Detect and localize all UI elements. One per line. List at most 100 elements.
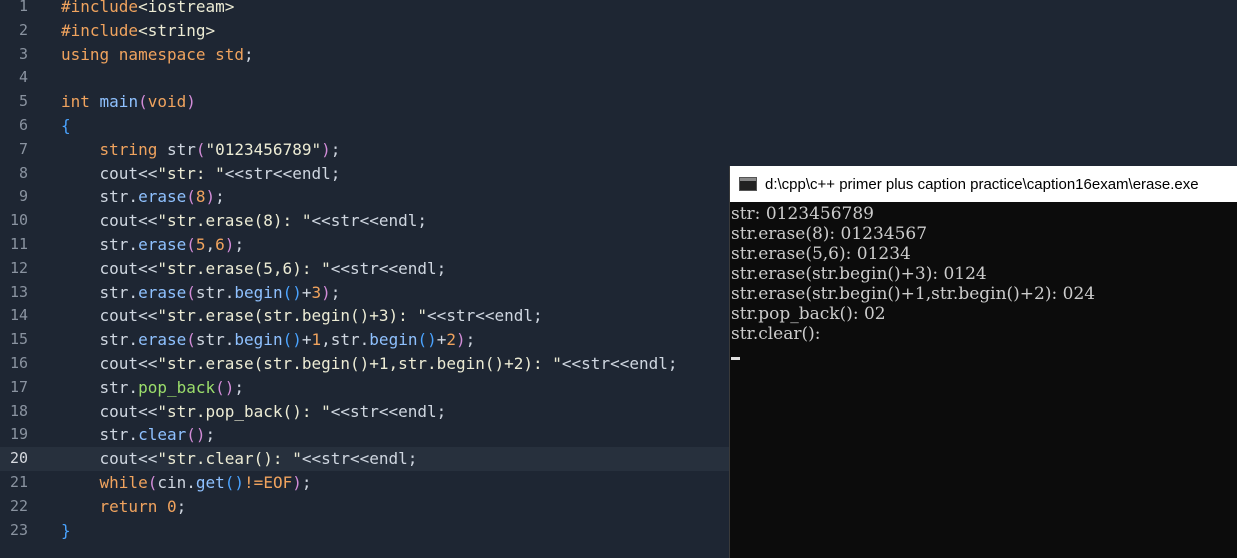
code-token: << bbox=[138, 163, 158, 183]
code-text[interactable]: cout<<"str.erase(5,6): "<<str<<endl; bbox=[61, 257, 447, 281]
code-token: str. bbox=[195, 282, 235, 302]
code-token: "str.clear(): " bbox=[157, 449, 302, 469]
line-number: 8 bbox=[18, 163, 28, 182]
code-line[interactable]: 3 using namespace std; bbox=[0, 43, 1237, 67]
code-token: cout bbox=[99, 211, 139, 231]
line-number: 2 bbox=[18, 20, 28, 39]
code-token: ; bbox=[465, 330, 476, 350]
code-token: << bbox=[138, 306, 158, 326]
code-token: <<str<<endl; bbox=[427, 306, 543, 326]
code-token: <<str<<endl; bbox=[330, 401, 447, 421]
code-text[interactable]: } bbox=[61, 519, 71, 543]
code-token: "str.erase(str.begin()+3): " bbox=[157, 306, 428, 326]
code-text[interactable]: int main(void) bbox=[61, 90, 196, 114]
code-token: 3 bbox=[311, 282, 322, 302]
code-line[interactable]: 5 int main(void) bbox=[0, 90, 1237, 114]
line-number: 7 bbox=[18, 139, 28, 158]
code-text[interactable]: str.erase(str.begin()+3); bbox=[61, 281, 341, 305]
code-token: () bbox=[417, 330, 437, 350]
code-text[interactable]: string str("0123456789"); bbox=[61, 138, 341, 162]
code-token: ; bbox=[330, 139, 341, 159]
console-output-line: str.erase(str.begin()+1,str.begin()+2): … bbox=[731, 284, 1096, 304]
code-token: ( bbox=[195, 139, 206, 159]
console-titlebar[interactable]: d:\cpp\c++ primer plus caption practice\… bbox=[730, 166, 1237, 202]
code-text[interactable]: cout<<"str.erase(str.begin()+3): "<<str<… bbox=[61, 304, 543, 328]
code-text[interactable]: using namespace std; bbox=[61, 43, 254, 67]
code-token: , bbox=[205, 235, 216, 254]
code-token: () bbox=[215, 377, 235, 397]
line-number: 21 bbox=[9, 473, 28, 491]
code-token: get bbox=[195, 473, 225, 492]
console-app-icon bbox=[739, 177, 757, 191]
line-number: 13 bbox=[9, 282, 28, 301]
line-number: 5 bbox=[18, 92, 28, 111]
code-token: 2 bbox=[446, 330, 457, 350]
console-title: d:\cpp\c++ primer plus caption practice\… bbox=[765, 175, 1199, 193]
code-text[interactable]: return 0; bbox=[61, 495, 187, 519]
code-token: != bbox=[244, 473, 264, 492]
code-token: begin bbox=[234, 282, 283, 302]
code-token: "str.pop_back(): " bbox=[157, 401, 331, 421]
code-text[interactable]: #include<iostream> bbox=[61, 0, 234, 19]
code-line[interactable]: 4 bbox=[0, 66, 1237, 90]
code-token: ( bbox=[138, 92, 148, 112]
code-line[interactable]: 7 string str("0123456789"); bbox=[0, 138, 1237, 162]
console-window[interactable]: d:\cpp\c++ primer plus caption practice\… bbox=[729, 166, 1237, 558]
code-token: ( bbox=[147, 473, 158, 492]
code-token: { bbox=[61, 116, 71, 135]
code-token: 0 bbox=[166, 496, 177, 516]
code-token: () bbox=[224, 473, 245, 492]
console-output-line: str.erase(5,6): 01234 bbox=[731, 244, 911, 264]
code-token: str bbox=[157, 139, 196, 159]
code-text[interactable]: str.erase(str.begin()+1,str.begin()+2); bbox=[61, 328, 476, 352]
line-number: 6 bbox=[18, 116, 28, 134]
code-token: () bbox=[282, 282, 302, 302]
console-output-line: str.erase(8): 01234567 bbox=[731, 224, 928, 244]
code-token: <<str<<endl; bbox=[330, 258, 447, 278]
line-number: 15 bbox=[9, 330, 28, 349]
code-line[interactable]: 2 #include<string> bbox=[0, 19, 1237, 43]
console-output-line: str.pop_back(): 02 bbox=[731, 304, 886, 324]
code-token: erase bbox=[138, 282, 187, 302]
code-token: erase bbox=[138, 330, 187, 350]
line-number: 9 bbox=[18, 187, 28, 206]
code-text[interactable]: str.erase(5,6); bbox=[61, 233, 245, 257]
code-token: str. bbox=[195, 330, 235, 350]
code-text[interactable]: str.erase(8); bbox=[61, 185, 225, 209]
code-text[interactable]: cout<<"str.clear(): "<<str<<endl; bbox=[61, 447, 418, 471]
code-token: string bbox=[99, 139, 158, 159]
code-text[interactable]: cout<<"str.erase(8): "<<str<<endl; bbox=[61, 209, 428, 233]
code-text[interactable]: { bbox=[61, 114, 71, 138]
code-text[interactable]: str.clear(); bbox=[61, 423, 216, 447]
line-number: 1 bbox=[18, 0, 28, 15]
code-token: EOF bbox=[263, 473, 293, 492]
line-number: 17 bbox=[9, 377, 28, 396]
line-number: 11 bbox=[9, 235, 28, 253]
code-line[interactable]: 1 #include<iostream> bbox=[0, 0, 1237, 19]
line-number: 10 bbox=[9, 211, 28, 230]
code-token: , bbox=[321, 330, 331, 350]
code-token: while bbox=[99, 473, 148, 492]
code-text[interactable]: cout<<"str.erase(str.begin()+1,str.begin… bbox=[61, 352, 678, 376]
code-text[interactable]: cout<<"str: "<<str<<endl; bbox=[61, 162, 341, 186]
code-text[interactable]: while(cin.get()!=EOF); bbox=[61, 471, 312, 495]
code-text[interactable]: str.pop_back(); bbox=[61, 376, 245, 400]
code-token: erase bbox=[138, 187, 187, 207]
code-text[interactable]: #include<string> bbox=[61, 19, 215, 43]
code-line[interactable]: 6{ bbox=[0, 114, 1237, 138]
code-text[interactable]: cout<<"str.pop_back(): "<<str<<endl; bbox=[61, 400, 447, 424]
code-token: ) bbox=[456, 330, 466, 350]
code-token: << bbox=[138, 401, 158, 421]
code-token: } bbox=[61, 520, 71, 540]
